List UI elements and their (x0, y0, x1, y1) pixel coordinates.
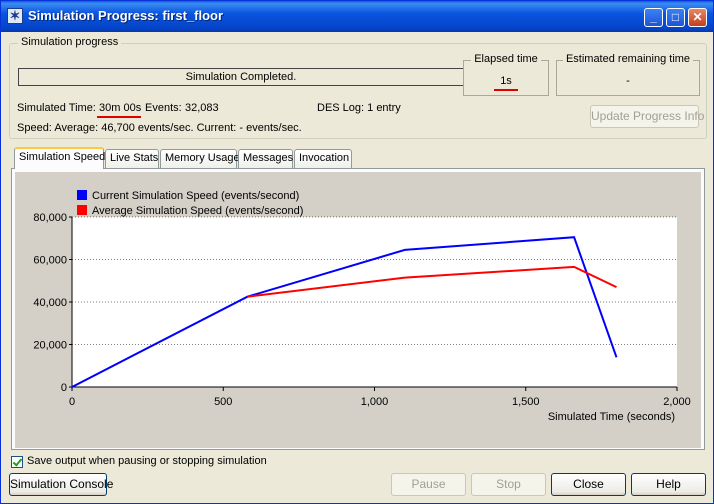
stop-button[interactable]: Stop (471, 473, 546, 496)
save-output-checkbox[interactable] (11, 456, 23, 468)
maximize-button[interactable]: □ (666, 8, 685, 27)
remaining-time-value: - (626, 75, 630, 87)
legend-swatch (77, 205, 87, 215)
help-button[interactable]: Help (631, 473, 706, 496)
legend-swatch (77, 190, 87, 200)
remaining-time-label: Estimated remaining time (562, 53, 694, 65)
x-tick-label: 2,000 (663, 396, 691, 408)
x-tick-label: 500 (214, 396, 232, 408)
y-tick-label: 80,000 (33, 212, 67, 224)
speed-chart: 0 20,000 40,000 60,000 80,000 0 500 1,000 1,500 2… (33, 190, 691, 423)
y-tick-label: 60,000 (33, 255, 67, 267)
minimize-button[interactable]: _ (644, 8, 663, 27)
simulation-progress-group: Simulation progress Simulation Completed… (9, 36, 707, 139)
remaining-time-box: Estimated remaining time - (556, 53, 700, 96)
close-window-button[interactable]: ✕ (688, 8, 707, 27)
progress-bar: Simulation Completed. (18, 68, 464, 86)
save-output-label[interactable]: Save output when pausing or stopping sim… (27, 455, 267, 467)
des-log-text[interactable]: DES Log: 1 entry (317, 102, 401, 114)
update-progress-button[interactable]: Update Progress Info (590, 105, 704, 128)
tab-live-stats[interactable]: Live Stats (105, 149, 159, 168)
y-tick-label: 0 (61, 382, 67, 394)
tab-simulation-speed[interactable]: Simulation Speed (14, 147, 105, 169)
y-tick-label: 20,000 (33, 340, 67, 352)
title-bar[interactable]: ✶ Simulation Progress: first_floor _ □ ✕ (1, 1, 713, 32)
close-button[interactable]: Close (551, 473, 626, 496)
y-tick-label: 40,000 (33, 297, 67, 309)
tab-panel: 0 20,000 40,000 60,000 80,000 0 500 1,000 1,500 2… (11, 168, 705, 450)
elapsed-time-value: 1s (500, 75, 512, 87)
tab-memory-usage[interactable]: Memory Usage (160, 149, 240, 168)
chart-area: 0 20,000 40,000 60,000 80,000 0 500 1,000 1,500 2… (15, 172, 701, 448)
elapsed-time-underline (494, 89, 518, 91)
window-title: Simulation Progress: first_floor (28, 8, 224, 23)
app-icon: ✶ (7, 8, 23, 24)
pause-button[interactable]: Pause (391, 473, 466, 496)
x-tick-label: 0 (69, 396, 75, 408)
tab-messages[interactable]: Messages (238, 149, 293, 168)
legend-label: Current Simulation Speed (events/second) (92, 190, 299, 202)
speed-text: Speed: Average: 46,700 events/sec. Curre… (17, 122, 302, 134)
elapsed-time-label: Elapsed time (471, 53, 541, 65)
simulated-time-label: Simulated Time: (17, 102, 96, 114)
events-value: 32,083 (185, 102, 219, 114)
tab-invocation[interactable]: Invocation (294, 149, 352, 168)
group-label: Simulation progress (18, 36, 122, 48)
simulated-time-value: 30m 00s (99, 102, 142, 114)
x-tick-label: 1,500 (512, 396, 540, 408)
events-label: Events: (145, 102, 182, 114)
x-tick-label: 1,000 (361, 396, 389, 408)
simulation-console-button[interactable]: Simulation Console (9, 473, 113, 496)
simulation-progress-window: ✶ Simulation Progress: first_floor _ □ ✕… (0, 0, 714, 504)
legend-label: Average Simulation Speed (events/second) (92, 205, 303, 217)
x-axis-label: Simulated Time (seconds) (548, 411, 675, 423)
simulated-time-underline (97, 116, 141, 118)
